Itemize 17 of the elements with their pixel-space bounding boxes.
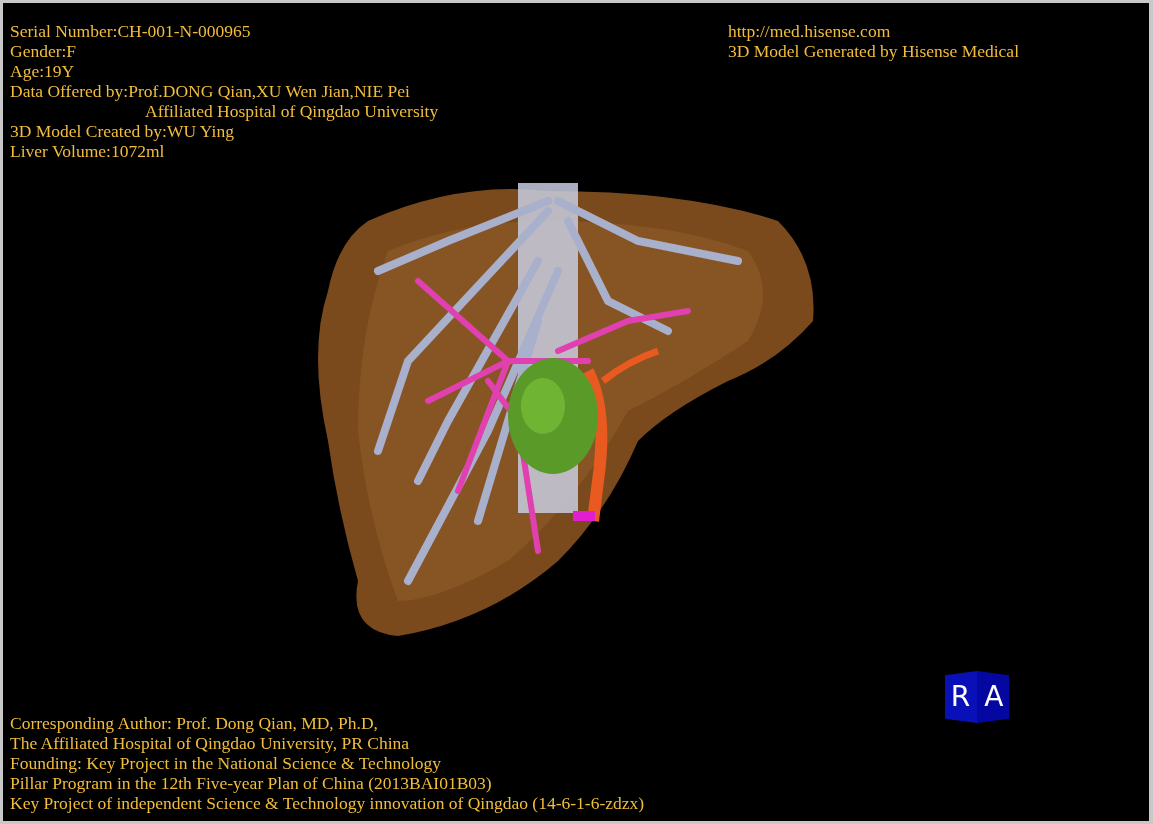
info-text: Gender:F [10, 41, 77, 61]
info-text: 3D Model Created by:WU Ying [10, 121, 234, 141]
branding-text: http://med.hisense.com [727, 21, 891, 41]
info-text: Serial Number:CH-001-N-000965 [10, 21, 251, 41]
orientation-label: R [950, 682, 971, 712]
credit-text: The Affiliated Hospital of Qingdao University, PR China [10, 733, 410, 753]
orientation-cube[interactable]: R A [945, 671, 1009, 723]
info-text: Data Offered by:Prof.DONG Qian,XU Wen Jian,NIE Pei [10, 81, 410, 101]
orientation-label: A [984, 682, 1004, 712]
info-text: Age:19Y [10, 61, 75, 81]
branding-text: 3D Model Generated by Hisense Medical [727, 41, 1019, 61]
credit-text: Pillar Program in the 12th Five-year Plan of China (2013BAI01B03) [10, 773, 492, 793]
credit-text: Founding: Key Project in the National Science & Technology [10, 753, 441, 773]
credit-text: Key Project of independent Science & Technology innovation of Qingdao (14-6-1-6-zdzx) [10, 793, 645, 813]
info-text: Liver Volume:1072ml [10, 141, 165, 161]
info-text: Affiliated Hospital of Qingdao University [145, 101, 439, 121]
credit-text: Corresponding Author: Prof. Dong Qian, MD, Ph.D, [10, 713, 378, 733]
